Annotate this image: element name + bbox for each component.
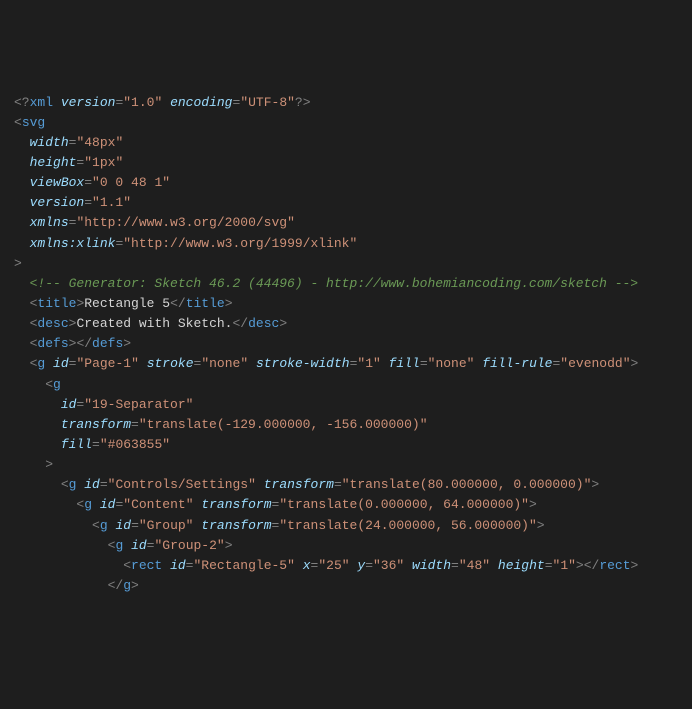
code-line: </g> [14, 576, 678, 596]
code-line: <g id="Controls/Settings" transform="tra… [14, 475, 678, 495]
code-line: <?xml version="1.0" encoding="UTF-8"?> [14, 93, 678, 113]
code-line: <g id="Group" transform="translate(24.00… [14, 516, 678, 536]
code-line: <g id="Group-2"> [14, 536, 678, 556]
code-line: viewBox="0 0 48 1" [14, 173, 678, 193]
code-line: <g id="Content" transform="translate(0.0… [14, 495, 678, 515]
code-line: > [14, 455, 678, 475]
code-line: xmlns="http://www.w3.org/2000/svg" [14, 213, 678, 233]
code-line: transform="translate(-129.000000, -156.0… [14, 415, 678, 435]
code-line: fill="#063855" [14, 435, 678, 455]
code-line: id="19-Separator" [14, 395, 678, 415]
code-line: > [14, 254, 678, 274]
code-line: <desc>Created with Sketch.</desc> [14, 314, 678, 334]
code-line: <g [14, 375, 678, 395]
code-line: <defs></defs> [14, 334, 678, 354]
code-line: <!-- Generator: Sketch 46.2 (44496) - ht… [14, 274, 678, 294]
code-line: <title>Rectangle 5</title> [14, 294, 678, 314]
code-line: xmlns:xlink="http://www.w3.org/1999/xlin… [14, 234, 678, 254]
code-line: <svg [14, 113, 678, 133]
code-line: <rect id="Rectangle-5" x="25" y="36" wid… [14, 556, 678, 576]
code-block: <?xml version="1.0" encoding="UTF-8"?><s… [14, 93, 678, 597]
code-line: height="1px" [14, 153, 678, 173]
code-line: <g id="Page-1" stroke="none" stroke-widt… [14, 354, 678, 374]
code-line: width="48px" [14, 133, 678, 153]
code-line: version="1.1" [14, 193, 678, 213]
